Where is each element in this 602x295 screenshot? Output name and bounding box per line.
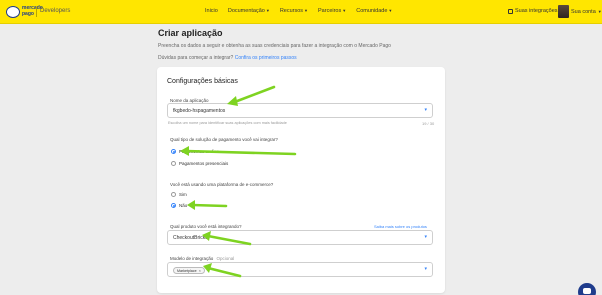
- arrow-product: [206, 234, 252, 246]
- chat-glyph: [583, 288, 591, 294]
- chat-icon[interactable]: [578, 283, 596, 295]
- arrowhead: [202, 231, 211, 241]
- arrow-integration-model: [206, 266, 242, 278]
- arrowhead: [187, 200, 195, 210]
- arrowhead: [227, 96, 238, 106]
- arrow-app-name: [230, 85, 276, 105]
- arrow-online-payments: [184, 149, 297, 156]
- arrowhead: [180, 146, 189, 156]
- arrow-no-option: [190, 203, 228, 208]
- annotation-arrows: [180, 85, 297, 278]
